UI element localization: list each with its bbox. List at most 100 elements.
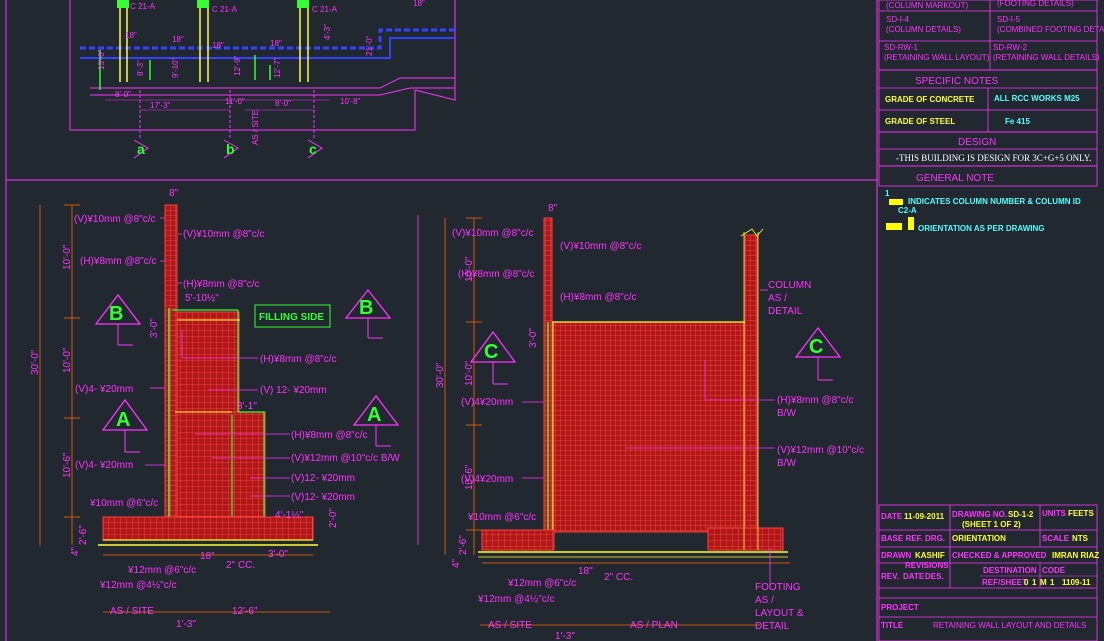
design-text: -THIS BUILDING IS DESIGN FOR 3C+G+5 ONLY… xyxy=(896,153,1091,163)
dim-top: 8" xyxy=(548,203,558,214)
note-2: ORIENTATION AS PER DRAWING xyxy=(918,224,1045,233)
marker-A: A xyxy=(367,404,381,426)
dim-label: 2" CC. xyxy=(226,560,255,571)
note-swatch xyxy=(886,223,902,230)
steel-value: Fe 415 xyxy=(1005,117,1030,126)
dim-label: 30'-0" xyxy=(435,362,446,388)
plan-dim: 13'-6" xyxy=(97,49,106,70)
sheet-val: 1 xyxy=(1050,578,1055,587)
rebar-label: (V) 12- ¥20mm xyxy=(260,385,327,396)
rebar-label: B/W xyxy=(777,458,796,469)
plan-dim: 11'-0" xyxy=(225,97,245,106)
rebar-label: (V)12- ¥20mm xyxy=(291,492,355,503)
drawing-title: RETAINING WALL LAYOUT AND DETAILS xyxy=(933,621,1087,630)
specific-notes-title: SPECIFIC NOTES xyxy=(915,76,999,87)
plan-labels: C 21-A C 21-A C 21-A 8'-0" 17'-3" 11'-0"… xyxy=(97,0,425,157)
plan-small: 18" xyxy=(172,35,184,44)
filling-side-label: FILLING SIDE xyxy=(259,312,324,323)
rebar-label: (V)12- ¥20mm xyxy=(291,473,355,484)
grid-label: c xyxy=(309,141,317,157)
index-code: SD-I-5 xyxy=(997,15,1021,24)
dim-label: 10'-6" xyxy=(62,452,73,478)
as-site-label: AS / SITE xyxy=(488,620,532,631)
checked-label: CHECKED & APPROVED xyxy=(952,551,1047,560)
sheet-val: 1109-11 xyxy=(1062,578,1091,587)
rev-col: DATE xyxy=(903,572,925,581)
footing-label: LAYOUT & xyxy=(755,608,804,619)
dim-label: 10'-6" xyxy=(464,464,475,490)
sheet-val: 1 xyxy=(1032,578,1037,587)
rebar-label: ¥10mm @6"c/c xyxy=(89,498,158,509)
plan-dim: 10'-8" xyxy=(340,97,361,106)
cad-drawing: C 21-A C 21-A C 21-A 8'-0" 17'-3" 11'-0"… xyxy=(5,0,1104,641)
design-title: DESIGN xyxy=(958,137,996,148)
general-note-title: GENERAL NOTE xyxy=(916,173,994,184)
dim-top: 8" xyxy=(169,188,179,199)
plan-dim: 8'-0" xyxy=(275,99,291,108)
plan-dim: 8'-3" xyxy=(136,60,145,76)
rebar-label: ¥12mm @6"c/c xyxy=(507,578,576,589)
dim-label: 5'-10½" xyxy=(185,293,219,304)
concrete-label: GRADE OF CONCRETE xyxy=(885,95,975,104)
col-label: C 21-A xyxy=(312,5,338,14)
rebar-label: ¥12mm @4½"c/c xyxy=(477,594,555,605)
dim-label: 1'-3" xyxy=(555,631,575,641)
rebar-label: (V)¥10mm @8"c/c xyxy=(183,229,265,240)
steel-label: GRADE OF STEEL xyxy=(885,117,955,126)
index-code: SD-RW-2 xyxy=(993,43,1027,52)
plan-dim: 12'-9" xyxy=(233,55,242,76)
units-value: FEETS xyxy=(1068,509,1094,518)
dim-label: 4" xyxy=(451,558,462,568)
rebar-label: (H)¥8mm @8"c/c xyxy=(291,430,367,441)
rebar-label: ¥12mm @4½"c/c xyxy=(99,580,177,591)
dim-label: 10'-0" xyxy=(62,244,73,270)
ref-label: BASE REF. DRG. xyxy=(881,534,945,543)
rebar-label: (H)¥8mm @8"c/c xyxy=(777,395,853,406)
drawn-label: DRAWN xyxy=(881,551,911,560)
dim-label: 3'-0" xyxy=(268,549,288,560)
rebar-label: B/W xyxy=(777,408,796,419)
dim-label: 2'-6" xyxy=(458,535,469,555)
note-swatch xyxy=(908,217,914,230)
plan-small: 18" xyxy=(413,0,425,8)
title-block: DATE 11-09-2011 DRAWING NO. SD-1-2 (SHEE… xyxy=(878,504,1099,641)
rebar-label: (H)¥8mm @8"c/c xyxy=(260,354,336,365)
units-label: UNITS xyxy=(1042,509,1067,518)
rebar-label: (V)¥10mm @8"c/c xyxy=(452,228,534,239)
rebar-label: (V)4- ¥20mm xyxy=(75,384,133,395)
revisions-label: REVISIONS xyxy=(905,561,949,570)
as-site-label: AS / SITE xyxy=(251,110,260,145)
rev-col: DES. xyxy=(925,572,944,581)
plan-dim: 8'-0" xyxy=(115,90,131,99)
plan-dim: 4'-3" xyxy=(323,24,332,40)
index-desc: (RETAINING WALL DETAILS) xyxy=(993,53,1100,62)
footing-label: FOOTING xyxy=(755,582,801,593)
drawing-index: (COLUMN MARKOUT) (FOOTING DETAILS) SD-I-… xyxy=(878,0,1104,71)
dim-label: 10'-0" xyxy=(464,256,475,282)
dim-label: 2" CC. xyxy=(604,572,633,583)
concrete-value: ALL RCC WORKS M25 xyxy=(994,94,1080,103)
rebar-label: (V)¥12mm @10"c/c B/W xyxy=(291,453,400,464)
note-1: INDICATES COLUMN NUMBER & COLUMN ID xyxy=(908,197,1081,206)
date-label: DATE xyxy=(881,512,903,521)
destination-label: DESTINATION xyxy=(983,566,1037,575)
column-label: COLUMN xyxy=(768,280,811,291)
sheet-value: (SHEET 1 OF 2) xyxy=(962,520,1021,529)
note-number: 1 xyxy=(885,189,890,198)
design-note: DESIGN -THIS BUILDING IS DESIGN FOR 3C+G… xyxy=(878,131,1098,167)
dim-label: 3'-0" xyxy=(528,328,539,348)
dim-label: 10'-0" xyxy=(464,360,475,386)
marker-A: A xyxy=(116,409,130,431)
index-desc: (RETAINING WALL LAYOUT) xyxy=(884,53,990,62)
sheet-val: 0 xyxy=(1024,578,1029,587)
dim-label: 30'-0" xyxy=(30,349,41,375)
rev-col: REV. xyxy=(881,572,899,581)
dim-label: 4" xyxy=(70,546,81,556)
plan-dim: 9'-10" xyxy=(171,57,180,78)
marker-C: C xyxy=(484,341,498,363)
dim-label: 2'-6" xyxy=(78,525,89,545)
dim-label: 4'-1½" xyxy=(275,510,304,521)
project-label: PROJECT xyxy=(881,603,919,612)
rebar-label: ¥12mm @6"c/c xyxy=(127,565,196,576)
index-desc: (COLUMN MARKOUT) xyxy=(886,1,969,10)
